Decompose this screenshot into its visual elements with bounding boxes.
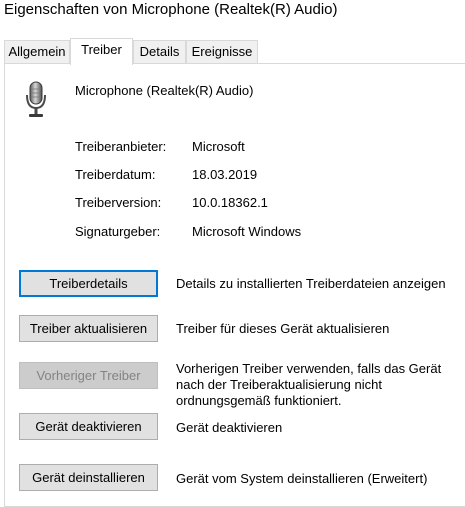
uninstall-device-button[interactable]: Gerät deinstallieren bbox=[19, 464, 158, 491]
tab-treiber[interactable]: Treiber bbox=[70, 38, 133, 65]
driver-details-description: Details zu installierten Treiberdateien … bbox=[176, 276, 446, 291]
uninstall-device-description: Gerät vom System deinstallieren (Erweite… bbox=[176, 471, 428, 486]
info-label-provider: Treiberanbieter: bbox=[75, 139, 167, 154]
info-value-version: 10.0.18362.1 bbox=[192, 195, 268, 210]
info-label-date: Treiberdatum: bbox=[75, 167, 156, 182]
disable-device-description: Gerät deaktivieren bbox=[176, 420, 283, 435]
window-title: Eigenschaften von Microphone (Realtek(R)… bbox=[4, 1, 338, 18]
microphone-icon bbox=[26, 81, 46, 117]
tab-strip: Allgemein Treiber Details Ereignisse bbox=[4, 38, 464, 65]
update-driver-button[interactable]: Treiber aktualisieren bbox=[19, 315, 158, 342]
info-value-signer: Microsoft Windows bbox=[192, 224, 302, 239]
tab-ereignisse[interactable]: Ereignisse bbox=[186, 40, 258, 63]
driver-details-button[interactable]: Treiberdetails bbox=[19, 270, 158, 297]
properties-dialog: Eigenschaften von Microphone (Realtek(R)… bbox=[0, 0, 465, 507]
info-value-date: 18.03.2019 bbox=[192, 167, 258, 182]
rollback-driver-description: Vorherigen Treiber verwenden, falls das … bbox=[176, 361, 442, 408]
rollback-driver-button: Vorheriger Treiber bbox=[19, 362, 158, 389]
device-name: Microphone (Realtek(R) Audio) bbox=[75, 83, 254, 98]
update-driver-description: Treiber für dieses Gerät aktualisieren bbox=[176, 321, 390, 336]
tab-details[interactable]: Details bbox=[133, 40, 186, 63]
tab-allgemein[interactable]: Allgemein bbox=[4, 40, 70, 63]
info-label-version: Treiberversion: bbox=[75, 195, 162, 210]
disable-device-button[interactable]: Gerät deaktivieren bbox=[19, 413, 158, 440]
info-value-provider: Microsoft bbox=[192, 139, 245, 154]
info-label-signer: Signaturgeber: bbox=[75, 224, 161, 239]
